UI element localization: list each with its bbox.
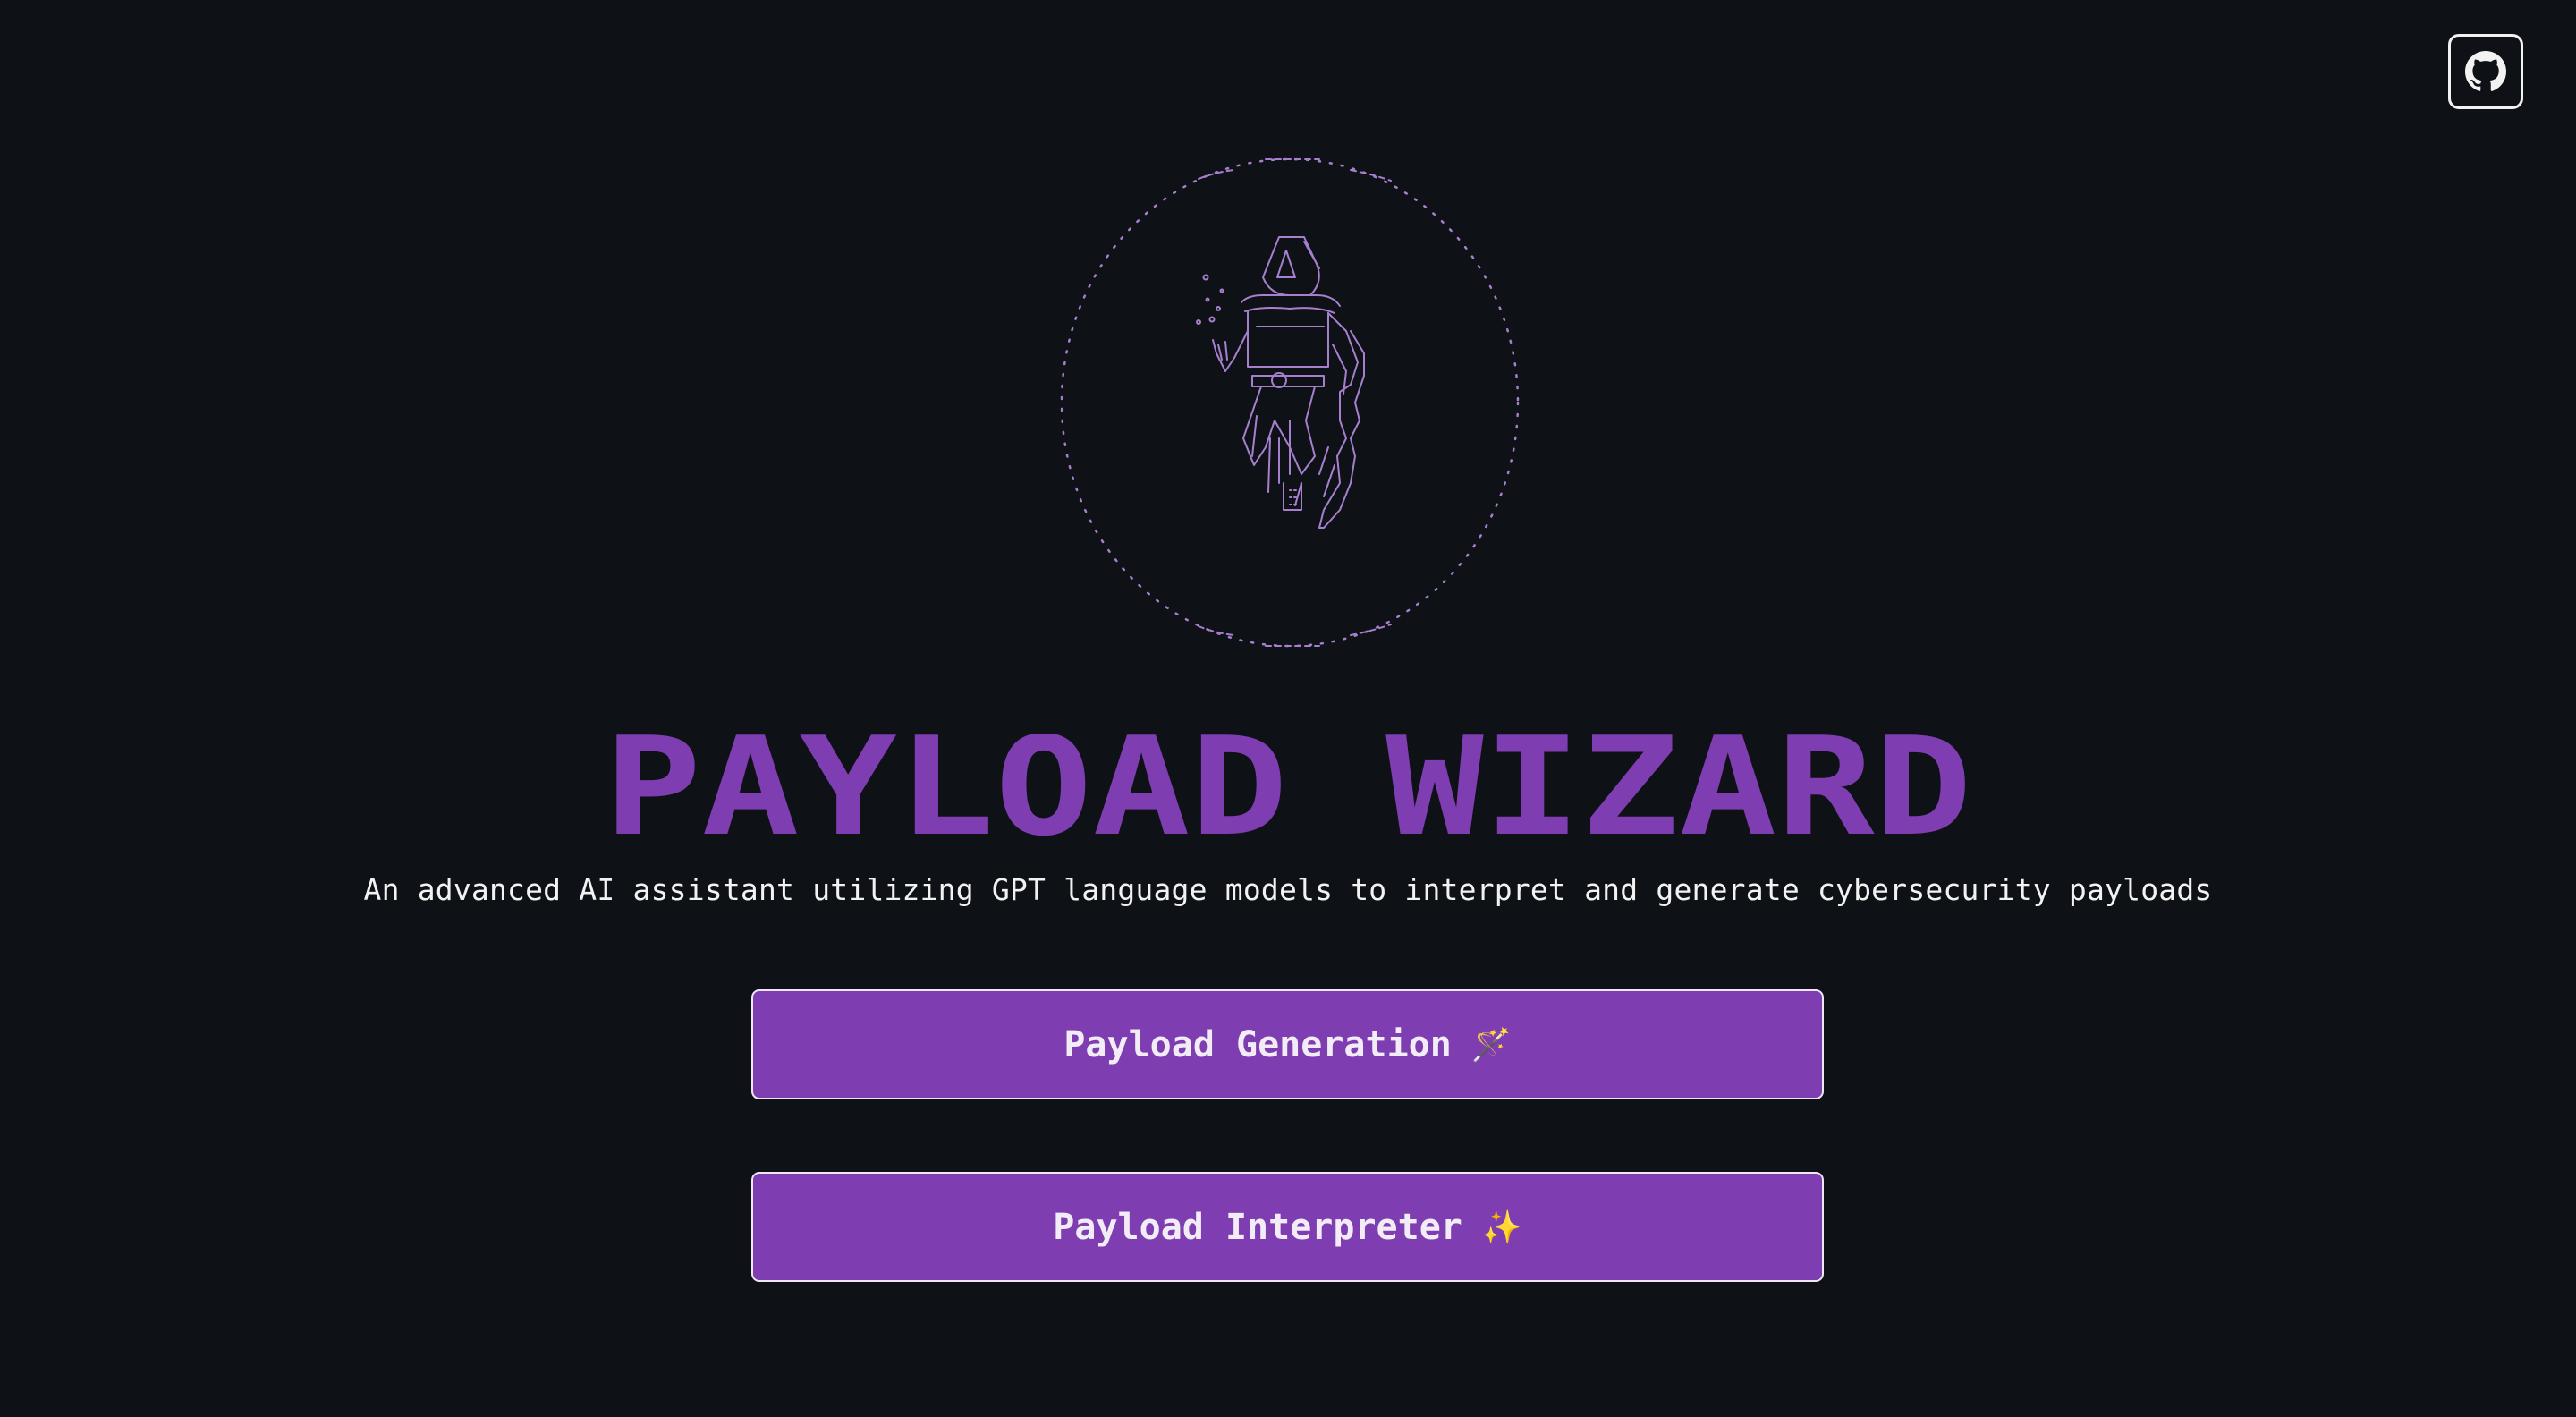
payload-interpreter-button[interactable]: Payload Interpreter ✨ [751, 1172, 1824, 1282]
sparkles-icon: ✨ [1481, 1209, 1522, 1246]
page: PAYLOAD WIZARD An advanced AI assistant … [0, 0, 2576, 1417]
page-title: PAYLOAD WIZARD [604, 734, 1972, 850]
magic-wand-icon: 🪄 [1470, 1026, 1512, 1064]
github-icon [2465, 51, 2506, 91]
ascii-wizard-illustration [1060, 157, 1520, 648]
payload-generation-label: Payload Generation [1063, 1023, 1452, 1065]
payload-interpreter-label: Payload Interpreter [1053, 1206, 1462, 1248]
subtitle: An advanced AI assistant utilizing GPT l… [363, 872, 2213, 907]
github-link-button[interactable] [2448, 34, 2523, 109]
payload-generation-button[interactable]: Payload Generation 🪄 [751, 989, 1824, 1099]
page-title-text: PAYLOAD WIZARD [604, 734, 1972, 850]
